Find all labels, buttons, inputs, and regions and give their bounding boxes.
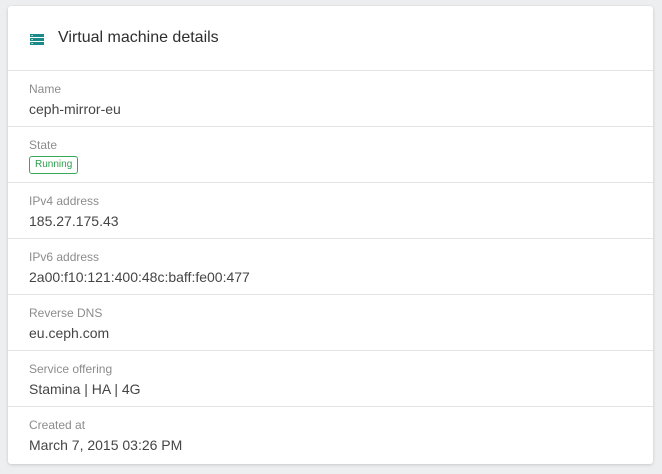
status-badge: Running <box>29 156 79 174</box>
detail-row-created-at: Created at March 7, 2015 03:26 PM <box>8 407 653 463</box>
card-header: Virtual machine details <box>8 6 653 71</box>
name-value: ceph-mirror-eu <box>29 101 121 117</box>
detail-row-state: State Running <box>8 127 653 183</box>
created-at-value: March 7, 2015 03:26 PM <box>29 437 183 453</box>
detail-row-reverse-dns: Reverse DNS eu.ceph.com <box>8 295 653 351</box>
vm-details-card: Virtual machine details Name ceph-mirror… <box>8 6 653 464</box>
state-label: State <box>29 138 58 152</box>
ipv4-label: IPv4 address <box>29 194 100 208</box>
ipv6-label: IPv6 address <box>29 250 100 264</box>
detail-row-service-offering: Service offering Stamina | HA | 4G <box>8 351 653 407</box>
reverse-dns-label: Reverse DNS <box>29 306 103 320</box>
service-offering-label: Service offering <box>29 362 113 376</box>
name-label: Name <box>29 82 62 96</box>
reverse-dns-value: eu.ceph.com <box>29 325 110 341</box>
detail-row-ipv6: IPv6 address 2a00:f10:121:400:48c:baff:f… <box>8 239 653 295</box>
service-offering-value: Stamina | HA | 4G <box>29 381 141 397</box>
ipv4-value: 185.27.175.43 <box>29 213 119 229</box>
card-title: Virtual machine details <box>58 29 219 46</box>
detail-row-ipv4: IPv4 address 185.27.175.43 <box>8 183 653 239</box>
ipv6-value: 2a00:f10:121:400:48c:baff:fe00:477 <box>29 269 250 285</box>
server-list-icon <box>30 32 44 45</box>
created-at-label: Created at <box>29 418 86 432</box>
detail-row-name: Name ceph-mirror-eu <box>8 71 653 127</box>
